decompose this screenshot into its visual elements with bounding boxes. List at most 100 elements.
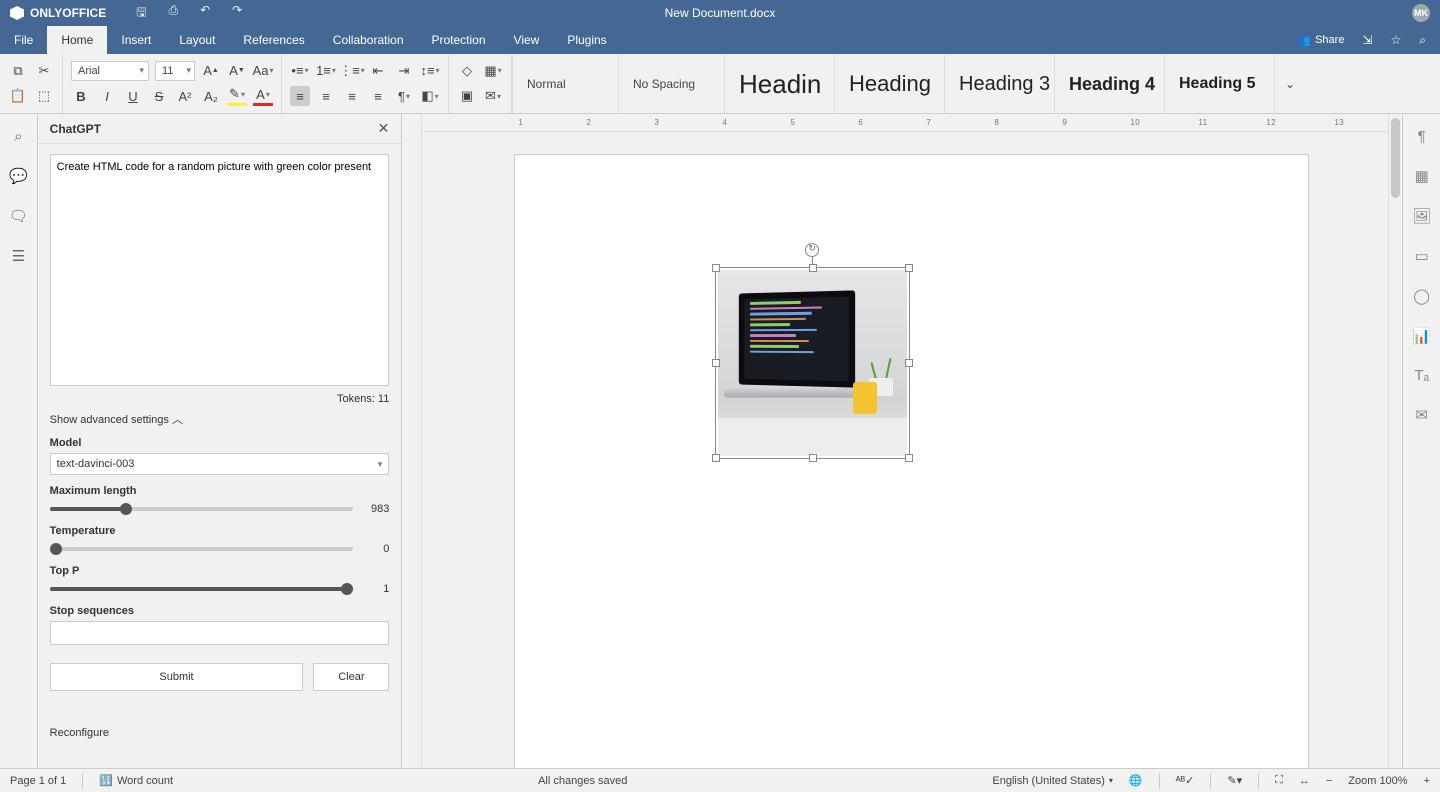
bold-icon[interactable]: B xyxy=(71,86,91,106)
close-icon[interactable]: ✕ xyxy=(378,120,390,137)
resize-handle-ml[interactable] xyxy=(712,359,720,367)
header-footer-icon[interactable]: ▭ xyxy=(1415,247,1429,265)
decrease-indent-icon[interactable]: ⇤ xyxy=(368,61,388,81)
page-indicator[interactable]: Page 1 of 1 xyxy=(10,775,66,787)
multilevel-list-icon[interactable]: ⋮≡ xyxy=(342,61,362,81)
cut-icon[interactable]: ✂ xyxy=(34,61,54,81)
navigation-icon[interactable]: ☰ xyxy=(12,247,25,265)
subscript-icon[interactable]: A₂ xyxy=(201,86,221,106)
style-normal[interactable]: Normal xyxy=(513,54,619,114)
paragraph-settings-icon[interactable]: ¶ xyxy=(1418,128,1426,145)
text-art-icon[interactable]: Tₐ xyxy=(1414,367,1429,384)
undo-icon[interactable]: ↶ xyxy=(200,3,210,24)
prompt-input[interactable] xyxy=(50,154,390,386)
zoom-out-icon[interactable]: − xyxy=(1326,775,1332,787)
comments-icon[interactable]: 💬 xyxy=(9,167,28,185)
chart-settings-icon[interactable]: 📊 xyxy=(1412,327,1431,345)
reconfigure-link[interactable]: Reconfigure xyxy=(50,727,390,739)
superscript-icon[interactable]: A² xyxy=(175,86,195,106)
redo-icon[interactable]: ↷ xyxy=(232,3,242,24)
nonprinting-icon[interactable]: ¶ xyxy=(394,86,414,106)
chat-icon[interactable]: 🗨 xyxy=(9,207,28,225)
word-count[interactable]: 🔢Word count xyxy=(99,774,173,787)
resize-handle-bl[interactable] xyxy=(712,454,720,462)
menu-references[interactable]: References xyxy=(229,26,318,54)
number-list-icon[interactable]: 1≡ xyxy=(316,61,336,81)
style-no-spacing[interactable]: No Spacing xyxy=(619,54,725,114)
menu-plugins[interactable]: Plugins xyxy=(553,26,620,54)
resize-handle-tr[interactable] xyxy=(905,264,913,272)
resize-handle-tl[interactable] xyxy=(712,264,720,272)
underline-icon[interactable]: U xyxy=(123,86,143,106)
style-heading4[interactable]: Heading 4 xyxy=(1055,54,1165,114)
font-color-icon[interactable]: A xyxy=(253,86,273,106)
fit-width-icon[interactable]: ↔ xyxy=(1299,775,1310,787)
resize-handle-mr[interactable] xyxy=(905,359,913,367)
topp-slider[interactable] xyxy=(50,587,354,591)
paste-icon[interactable]: 📋 xyxy=(8,86,28,106)
mailmerge-icon[interactable]: ✉ xyxy=(483,86,503,106)
maxlen-slider[interactable] xyxy=(50,507,354,511)
style-heading1[interactable]: Headin xyxy=(725,54,835,114)
mail-merge-icon[interactable]: ✉ xyxy=(1415,406,1428,424)
italic-icon[interactable]: I xyxy=(97,86,117,106)
find-icon[interactable]: ⌕ xyxy=(14,128,22,145)
select-all-icon[interactable]: ▣ xyxy=(457,86,477,106)
align-justify-icon[interactable]: ≡ xyxy=(368,86,388,106)
menu-file[interactable]: File xyxy=(0,26,47,54)
copy-icon[interactable]: ⧉ xyxy=(8,61,28,81)
search-icon[interactable]: ⌕ xyxy=(1419,33,1426,48)
model-select[interactable]: text-davinci-003▾ xyxy=(50,453,390,475)
change-case-icon[interactable]: Aa xyxy=(253,61,273,81)
decrease-font-icon[interactable]: A▼ xyxy=(227,61,247,81)
save-icon[interactable]: 🖫 xyxy=(136,3,146,24)
highlight-color-icon[interactable]: ✎ xyxy=(227,86,247,106)
strike-icon[interactable]: S xyxy=(149,86,169,106)
image-settings-icon[interactable]: 🖼 xyxy=(1412,207,1431,225)
increase-font-icon[interactable]: A▲ xyxy=(201,61,221,81)
copy-style-icon[interactable]: ⬚ xyxy=(34,86,54,106)
selected-image[interactable] xyxy=(715,267,910,459)
stop-sequences-input[interactable] xyxy=(50,621,390,645)
font-size-select[interactable]: 11 xyxy=(155,61,195,81)
menu-layout[interactable]: Layout xyxy=(165,26,229,54)
font-family-select[interactable]: Arial xyxy=(71,61,149,81)
spellcheck-icon[interactable]: ᴬᴮ✓ xyxy=(1176,774,1195,787)
style-heading2[interactable]: Heading xyxy=(835,54,945,114)
menu-collaboration[interactable]: Collaboration xyxy=(319,26,418,54)
doclang-icon[interactable]: 🌐 xyxy=(1129,774,1143,787)
submit-button[interactable]: Submit xyxy=(50,663,304,691)
style-heading3[interactable]: Heading 3 xyxy=(945,54,1055,114)
document-scroll[interactable]: 12345678910111213 xyxy=(422,114,1402,768)
clear-button[interactable]: Clear xyxy=(313,663,389,691)
resize-handle-bm[interactable] xyxy=(809,454,817,462)
open-location-icon[interactable]: ⇲ xyxy=(1362,33,1372,47)
zoom-in-icon[interactable]: + xyxy=(1424,775,1430,787)
styles-more-icon[interactable]: ⌄ xyxy=(1275,54,1305,113)
align-left-icon[interactable]: ≡ xyxy=(290,86,310,106)
fit-page-icon[interactable]: ⛶ xyxy=(1275,774,1283,787)
resize-handle-tm[interactable] xyxy=(809,264,817,272)
print-icon[interactable]: ⎙ xyxy=(168,3,178,24)
temp-slider[interactable] xyxy=(50,547,354,551)
resize-handle-br[interactable] xyxy=(905,454,913,462)
paragraph-color-icon[interactable]: ▦ xyxy=(483,61,503,81)
clear-style-icon[interactable]: ◇ xyxy=(457,61,477,81)
line-spacing-icon[interactable]: ↕≡ xyxy=(420,61,440,81)
track-changes-icon[interactable]: ✎▾ xyxy=(1227,774,1242,787)
menu-view[interactable]: View xyxy=(500,26,554,54)
menu-insert[interactable]: Insert xyxy=(107,26,165,54)
favorite-icon[interactable]: ☆ xyxy=(1391,33,1402,47)
language-select[interactable]: English (United States) ▾ xyxy=(992,775,1113,787)
shape-settings-icon[interactable]: ◯ xyxy=(1413,287,1430,305)
page[interactable] xyxy=(514,154,1309,768)
zoom-level[interactable]: Zoom 100% xyxy=(1348,775,1407,787)
bullet-list-icon[interactable]: •≡ xyxy=(290,61,310,81)
share-button[interactable]: 👥Share xyxy=(1297,34,1344,47)
menu-protection[interactable]: Protection xyxy=(418,26,500,54)
advanced-toggle[interactable]: Show advanced settings ︿ xyxy=(50,411,390,427)
table-settings-icon[interactable]: ▦ xyxy=(1415,167,1429,185)
menu-home[interactable]: Home xyxy=(47,26,107,54)
align-center-icon[interactable]: ≡ xyxy=(316,86,336,106)
vertical-scrollbar[interactable] xyxy=(1388,114,1402,768)
